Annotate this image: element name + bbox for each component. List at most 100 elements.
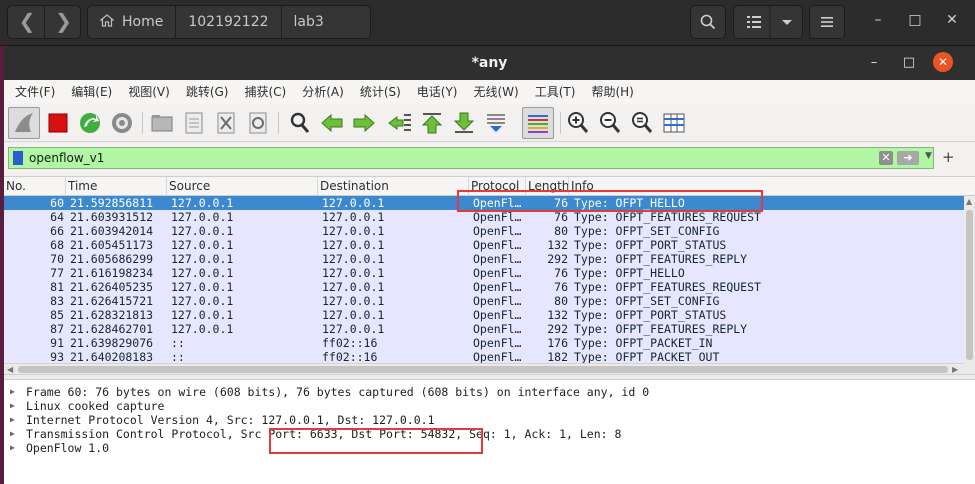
cell-info: Type: OFPT_FEATURES_REPLY [574, 322, 748, 336]
colorize-button[interactable] [522, 107, 554, 139]
breadcrumb-current[interactable]: lab3 [282, 6, 362, 38]
stop-capture-button[interactable] [44, 109, 72, 137]
scrollbar-thumb[interactable] [966, 210, 973, 360]
save-file-button[interactable] [180, 109, 208, 137]
detail-row-ip[interactable]: ▶ Internet Protocol Version 4, Src: 127.0… [4, 413, 975, 427]
expand-arrow-icon[interactable]: ▶ [10, 385, 15, 399]
menu-help[interactable]: 帮助(H) [583, 80, 641, 104]
table-row[interactable]: 87 21.628462701 127.0.0.1 127.0.0.1 OpenFl… 2… [4, 322, 964, 336]
breadcrumb-folder[interactable]: 102192122 [176, 6, 282, 38]
chevron-down-icon[interactable]: ▼ [925, 151, 932, 161]
apply-filter-button[interactable]: ➜ [897, 151, 919, 165]
colorize-icon [528, 115, 548, 133]
breadcrumb-home-label: Home [122, 14, 164, 30]
table-row[interactable]: 83 21.626415721 127.0.0.1 127.0.0.1 OpenFl… 8… [4, 294, 964, 308]
last-packet-button[interactable] [450, 109, 478, 137]
find-packet-button[interactable] [286, 109, 314, 137]
reload-file-button[interactable] [244, 109, 272, 137]
menu-tools[interactable]: 工具(T) [527, 80, 584, 104]
detail-row-frame[interactable]: ▶ Frame 60: 76 bytes on wire (608 bits), … [4, 385, 975, 399]
detail-row-sll[interactable]: ▶ Linux cooked capture [4, 399, 975, 413]
detail-row-tcp[interactable]: ▶ Transmission Control Protocol, Src Port… [4, 427, 975, 441]
zoom-in-icon [568, 112, 589, 133]
expand-arrow-icon[interactable]: ▶ [10, 427, 15, 441]
menu-statistics[interactable]: 统计(S) [352, 80, 409, 104]
fm-minimize-button[interactable]: – [868, 12, 888, 28]
zoom-in-button[interactable] [564, 109, 592, 137]
open-file-button[interactable] [148, 109, 176, 137]
close-button[interactable]: ✕ [933, 52, 953, 72]
table-row[interactable]: 91 21.639829076:: ff02::16 OpenFl… 176 Type: … [4, 336, 964, 350]
hscrollbar-thumb[interactable] [18, 366, 948, 373]
cell-no: 66 [50, 224, 64, 238]
scroll-right-icon[interactable]: ▶ [952, 365, 958, 374]
fm-close-button[interactable]: ✕ [942, 12, 962, 28]
menu-analyze[interactable]: 分析(A) [294, 80, 352, 104]
column-time[interactable]: Time [66, 177, 167, 196]
table-row[interactable]: 70 21.605686299 127.0.0.1 127.0.0.1 OpenFl… 2… [4, 252, 964, 266]
start-capture-button[interactable] [8, 107, 40, 139]
bookmark-icon[interactable] [13, 151, 23, 165]
menu-go[interactable]: 跳转(G) [178, 80, 237, 104]
scroll-left-icon[interactable]: ◀ [7, 365, 13, 374]
first-packet-button[interactable] [418, 109, 446, 137]
go-to-packet-button[interactable] [386, 109, 414, 137]
minimize-button[interactable]: – [865, 54, 883, 72]
menu-view[interactable]: 视图(V) [120, 80, 178, 104]
view-options-button[interactable] [733, 5, 803, 39]
table-row[interactable]: 68 21.605451173 127.0.0.1 127.0.0.1 OpenFl… 1… [4, 238, 964, 252]
cell-src: 127.0.0.1 [171, 308, 234, 322]
column-source[interactable]: Source [167, 177, 318, 196]
column-destination[interactable]: Destination [318, 177, 469, 196]
resize-columns-button[interactable] [660, 109, 688, 137]
normal-size-button[interactable] [628, 109, 656, 137]
maximize-button[interactable]: □ [900, 54, 918, 72]
table-row[interactable]: 81 21.626405235 127.0.0.1 127.0.0.1 OpenFl… 7… [4, 280, 964, 294]
clear-filter-button[interactable]: ✕ [879, 151, 893, 165]
restart-capture-button[interactable] [76, 109, 104, 137]
packet-details: ▶ Frame 60: 76 bytes on wire (608 bits), … [4, 380, 975, 484]
menu-capture[interactable]: 捕获(C) [236, 80, 294, 104]
menu-edit[interactable]: 编辑(E) [63, 80, 120, 104]
capture-options-button[interactable] [108, 109, 136, 137]
packet-list-vscrollbar[interactable]: ▲ [964, 196, 975, 374]
packet-list-hscrollbar[interactable]: ◀ ▶ [4, 363, 964, 374]
cell-len: 76 [554, 266, 568, 280]
expand-arrow-icon[interactable]: ▶ [10, 413, 15, 427]
expand-arrow-icon[interactable]: ▶ [10, 441, 15, 455]
breadcrumb-home[interactable]: Home [88, 6, 177, 38]
fm-maximize-button[interactable]: □ [905, 12, 925, 28]
close-file-button[interactable] [212, 109, 240, 137]
expand-arrow-icon[interactable]: ▶ [10, 399, 15, 413]
table-row[interactable]: 85 21.628321813 127.0.0.1 127.0.0.1 OpenFl… 1… [4, 308, 964, 322]
cell-no: 83 [50, 294, 64, 308]
file-manager-search-button[interactable] [690, 5, 726, 39]
cell-proto: OpenFl… [473, 350, 522, 364]
forward-button[interactable]: ❯ [44, 6, 82, 38]
file-manager-nav: ❮ ❯ [7, 5, 81, 39]
autoscroll-button[interactable] [482, 109, 510, 137]
table-row[interactable]: 93 21.640208183:: ff02::16 OpenFl… 182 Type: … [4, 350, 964, 364]
table-row[interactable]: 66 21.603942014 127.0.0.1 127.0.0.1 OpenFl… 8… [4, 224, 964, 238]
table-row[interactable]: 77 21.616198234 127.0.0.1 127.0.0.1 OpenFl… 7… [4, 266, 964, 280]
menu-telephony[interactable]: 电话(Y) [409, 80, 466, 104]
cell-info: Type: OFPT_SET_CONFIG [574, 224, 720, 238]
menu-file[interactable]: 文件(F) [7, 80, 63, 104]
scroll-up-icon[interactable]: ▲ [966, 197, 972, 206]
back-button[interactable]: ❮ [8, 6, 46, 38]
display-filter-input[interactable]: openflow_v1 ✕ ➜ ▼ [8, 147, 934, 169]
go-back-button[interactable] [318, 109, 346, 137]
cell-len: 132 [547, 238, 568, 252]
cell-time: 21.603942014 [70, 224, 154, 238]
detail-text: Frame 60: 76 bytes on wire (608 bits), 7… [26, 385, 650, 399]
go-forward-button[interactable] [350, 109, 378, 137]
table-row[interactable]: 64 21.603931512 127.0.0.1 127.0.0.1 OpenFl… 7… [4, 210, 964, 224]
zoom-out-button[interactable] [596, 109, 624, 137]
add-filter-button[interactable]: + [942, 147, 955, 167]
detail-row-openflow[interactable]: ▶ OpenFlow 1.0 [4, 441, 975, 455]
menu-wireless[interactable]: 无线(W) [466, 80, 527, 104]
menu-button[interactable] [809, 5, 845, 39]
cell-dst: ff02::16 [322, 350, 378, 364]
autoscroll-icon [487, 114, 505, 132]
column-no[interactable]: No. [4, 177, 66, 196]
